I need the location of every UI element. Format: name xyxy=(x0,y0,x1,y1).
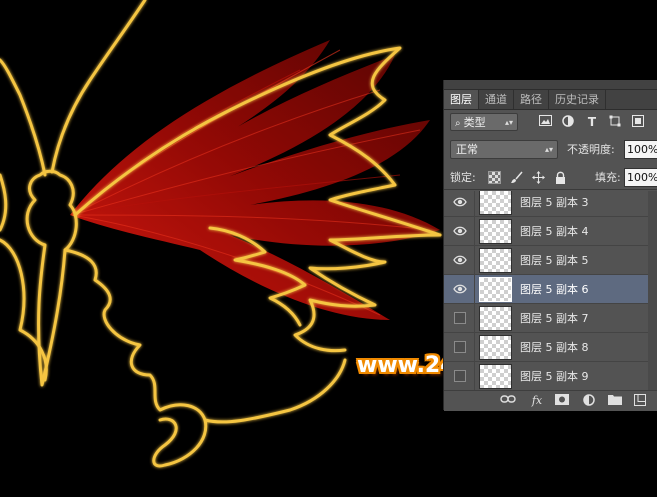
blend-mode-select[interactable]: 正常 ▴▾ xyxy=(450,140,558,159)
select-arrows-icon: ▴▾ xyxy=(504,118,513,127)
layer-row[interactable]: 图层 5 副本 4 xyxy=(444,217,657,246)
lock-label: 锁定: xyxy=(450,171,476,184)
tab-history[interactable]: 历史记录 xyxy=(549,90,606,109)
red-wing-artwork xyxy=(70,40,440,320)
opacity-input[interactable]: 100% xyxy=(624,140,657,159)
visibility-divider xyxy=(474,191,475,217)
layer-thumbnail[interactable] xyxy=(479,306,512,331)
layer-thumbnail[interactable] xyxy=(479,364,512,389)
layer-row[interactable]: 图层 5 副本 6 xyxy=(444,275,657,304)
panel-tabs: 图层 通道 路径 历史记录 xyxy=(444,90,657,110)
layer-list-scrollbar[interactable] xyxy=(648,191,657,390)
filter-row: ⌕ 类型 ▴▾ T xyxy=(444,111,657,135)
panel-drag-bar[interactable] xyxy=(444,80,657,90)
visibility-eye-icon[interactable] xyxy=(453,283,467,295)
layer-thumbnail[interactable] xyxy=(479,277,512,302)
lock-row: 锁定: 填充: 100% xyxy=(444,167,657,190)
lock-all-padlock-icon[interactable] xyxy=(554,171,567,184)
visibility-divider xyxy=(474,333,475,362)
visibility-divider xyxy=(474,275,475,304)
visibility-eye-icon[interactable] xyxy=(453,225,467,237)
filter-kind-select[interactable]: ⌕ 类型 ▴▾ xyxy=(450,113,518,131)
lock-position-move-icon[interactable] xyxy=(532,171,545,184)
layer-name[interactable]: 图层 5 副本 3 xyxy=(520,191,589,217)
layer-row[interactable]: 图层 5 副本 8 xyxy=(444,333,657,362)
visibility-divider xyxy=(474,304,475,333)
layer-thumbnail[interactable] xyxy=(479,219,512,244)
visibility-divider xyxy=(474,217,475,246)
layer-name[interactable]: 图层 5 副本 9 xyxy=(520,362,589,390)
layer-name[interactable]: 图层 5 副本 7 xyxy=(520,304,589,333)
select-arrows-icon: ▴▾ xyxy=(544,145,553,154)
type-filter-icon[interactable]: T xyxy=(585,115,599,129)
visibility-toggle-off-icon[interactable] xyxy=(454,370,466,382)
new-group-icon[interactable] xyxy=(608,394,622,408)
visibility-toggle-off-icon[interactable] xyxy=(454,312,466,324)
visibility-toggle-off-icon[interactable] xyxy=(454,341,466,353)
tab-layers[interactable]: 图层 xyxy=(444,90,479,109)
layer-name[interactable]: 图层 5 副本 5 xyxy=(520,246,589,275)
new-layer-icon[interactable] xyxy=(634,394,646,408)
link-layers-icon[interactable] xyxy=(500,394,516,408)
lock-paint-brush-icon[interactable] xyxy=(510,171,523,184)
add-mask-icon[interactable] xyxy=(555,394,569,408)
layer-row[interactable]: 图层 5 副本 9 xyxy=(444,362,657,390)
layer-list: 图层 5 副本 3 图层 5 副本 4 图层 5 副本 5 图层 5 副本 6 图层 5… xyxy=(444,191,657,390)
visibility-divider xyxy=(474,362,475,390)
tab-paths[interactable]: 路径 xyxy=(514,90,549,109)
tab-channels[interactable]: 通道 xyxy=(479,90,514,109)
layers-bottom-toolbar: fx xyxy=(444,390,657,411)
blend-row: 正常 ▴▾ 不透明度: 100% xyxy=(444,139,657,163)
layer-thumbnail[interactable] xyxy=(479,248,512,273)
image-filter-icon[interactable] xyxy=(538,115,552,129)
visibility-divider xyxy=(474,246,475,275)
layer-thumbnail[interactable] xyxy=(479,335,512,360)
visibility-eye-icon[interactable] xyxy=(453,254,467,266)
fill-input[interactable]: 100% xyxy=(624,168,657,187)
layer-row[interactable]: 图层 5 副本 7 xyxy=(444,304,657,333)
search-icon: ⌕ xyxy=(455,118,461,129)
layer-name[interactable]: 图层 5 副本 4 xyxy=(520,217,589,246)
lock-transparency-icon[interactable] xyxy=(488,171,501,184)
fill-label: 填充: xyxy=(595,171,621,184)
adjustment-filter-icon[interactable] xyxy=(561,115,575,129)
filter-kind-label: 类型 xyxy=(463,116,486,129)
smart-object-filter-icon[interactable] xyxy=(631,115,645,129)
shape-filter-icon[interactable] xyxy=(608,115,622,129)
blend-mode-value: 正常 xyxy=(456,143,478,156)
layers-panel: 图层 通道 路径 历史记录 ⌕类型 ▴▾ T 正常 ▴▾ 不透明度: 100% xyxy=(443,80,657,411)
layer-row[interactable]: 图层 5 副本 5 xyxy=(444,246,657,275)
adjustment-layer-icon[interactable] xyxy=(582,394,596,408)
visibility-eye-icon[interactable] xyxy=(453,196,467,208)
opacity-label: 不透明度: xyxy=(567,143,615,156)
layer-row[interactable]: 图层 5 副本 3 xyxy=(444,191,657,217)
layer-name[interactable]: 图层 5 副本 8 xyxy=(520,333,589,362)
fx-icon[interactable]: fx xyxy=(529,394,545,408)
layer-thumbnail[interactable] xyxy=(479,191,512,215)
layer-name[interactable]: 图层 5 副本 6 xyxy=(520,275,589,304)
